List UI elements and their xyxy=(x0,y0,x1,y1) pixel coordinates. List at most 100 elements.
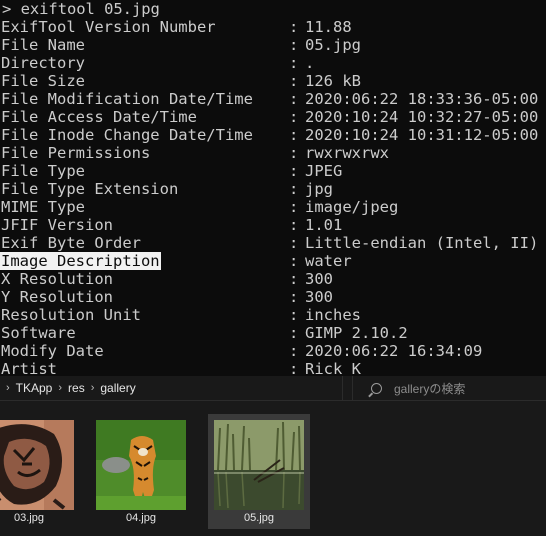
exif-colon: : xyxy=(289,270,299,288)
exif-value: water xyxy=(305,252,352,270)
terminal-window[interactable]: > exiftool 05.jpg ExifTool Version Numbe… xyxy=(0,0,546,378)
file-item-03[interactable]: 03.jpg xyxy=(0,414,80,529)
exif-value: 2020:06:22 16:34:09 xyxy=(305,342,483,360)
exif-key: File Modification Date/Time xyxy=(1,90,253,108)
exif-value: . xyxy=(305,54,315,72)
exif-value: 126 kB xyxy=(305,72,361,90)
exif-key: X Resolution xyxy=(1,270,113,288)
exif-row: Modify Date:2020:06:22 16:34:09 xyxy=(0,342,546,360)
exif-value: Little-endian (Intel, II) xyxy=(305,234,539,252)
exif-key: ExifTool Version Number xyxy=(1,18,216,36)
exif-key: MIME Type xyxy=(1,198,85,216)
exif-value: 1.01 xyxy=(305,216,343,234)
exif-colon: : xyxy=(289,54,299,72)
exif-value: 2020:06:22 18:33:36-05:00 xyxy=(305,90,539,108)
exif-value: GIMP 2.10.2 xyxy=(305,324,408,342)
exif-row: Software: GIMP 2.10.2 xyxy=(0,324,546,342)
file-grid: 03.jpg 04.jpg 05.jpg xyxy=(0,401,546,536)
exif-row: JFIF Version:1.01 xyxy=(0,216,546,234)
exif-row: File Inode Change Date/Time:2020:10:24 1… xyxy=(0,126,546,144)
search-icon xyxy=(371,382,382,394)
exif-colon: : xyxy=(289,144,299,162)
exif-row: Image Description: water xyxy=(0,252,546,270)
exif-row: Directory:. xyxy=(0,54,546,72)
thumbnail-tiger-grass xyxy=(96,420,186,510)
exif-value: 300 xyxy=(305,270,333,288)
exif-colon: : xyxy=(289,36,299,54)
exif-value: 2020:10:24 10:31:12-05:00 xyxy=(305,126,539,144)
exif-colon: : xyxy=(289,306,299,324)
thumbnail-tattoo-lion xyxy=(0,420,74,510)
exif-row: Resolution Unit: inches xyxy=(0,306,546,324)
exif-row: File Type: JPEG xyxy=(0,162,546,180)
exif-colon: : xyxy=(289,72,299,90)
exif-colon: : xyxy=(289,126,299,144)
exif-row: File Permissions: rwxrwxrwx xyxy=(0,144,546,162)
exif-key: File Type Extension xyxy=(1,180,179,198)
exif-value: 2020:10:24 10:32:27-05:00 xyxy=(305,108,539,126)
exif-value: rwxrwxrwx xyxy=(305,144,389,162)
exif-value: jpg xyxy=(305,180,333,198)
exif-colon: : xyxy=(289,234,299,252)
exif-row: Exif Byte Order: Little-endian (Intel, II… xyxy=(0,234,546,252)
exif-key: Directory xyxy=(1,54,85,72)
exif-colon: : xyxy=(289,90,299,108)
exif-colon: : xyxy=(289,180,299,198)
exif-key: File Access Date/Time xyxy=(1,108,197,126)
exif-key: Exif Byte Order xyxy=(1,234,141,252)
address-bar: › TKApp › res › gallery galleryの検索 xyxy=(0,376,546,401)
exif-colon: : xyxy=(289,252,299,270)
exif-key: File Type xyxy=(1,162,85,180)
exif-key: File Size xyxy=(1,72,85,90)
thumbnail-pond-reeds xyxy=(214,420,304,510)
exif-value: 300 xyxy=(305,288,333,306)
exif-colon: : xyxy=(289,216,299,234)
exif-key: File Permissions xyxy=(1,144,151,162)
exif-key: Y Resolution xyxy=(1,288,113,306)
exif-colon: : xyxy=(289,288,299,306)
exif-key: File Inode Change Date/Time xyxy=(1,126,253,144)
exif-colon: : xyxy=(289,162,299,180)
search-box[interactable]: galleryの検索 xyxy=(352,376,546,400)
exif-key: Software xyxy=(1,324,76,342)
file-item-04[interactable]: 04.jpg xyxy=(90,414,192,529)
exif-key: Resolution Unit xyxy=(1,306,141,324)
command-prompt: > exiftool 05.jpg xyxy=(2,0,160,18)
exif-value: 05.jpg xyxy=(305,36,361,54)
exif-value: JPEG xyxy=(305,162,343,180)
exif-colon: : xyxy=(289,18,299,36)
exif-colon: : xyxy=(289,324,299,342)
exif-key: File Name xyxy=(1,36,85,54)
breadcrumb-tkapp[interactable]: TKApp xyxy=(13,381,56,395)
exif-key: Image Description xyxy=(0,252,161,270)
file-name: 05.jpg xyxy=(244,512,274,524)
exif-row: File Size:126 kB xyxy=(0,72,546,90)
breadcrumb-gallery[interactable]: gallery xyxy=(97,381,138,395)
file-explorer: › TKApp › res › gallery galleryの検索 03.jp… xyxy=(0,376,546,536)
file-name: 03.jpg xyxy=(14,512,44,524)
chevron-right-icon[interactable]: › xyxy=(88,382,98,394)
chevron-right-icon[interactable]: › xyxy=(0,382,13,394)
exif-row: File Name:05.jpg xyxy=(0,36,546,54)
exif-value: image/jpeg xyxy=(305,198,399,216)
exif-value: inches xyxy=(305,306,361,324)
search-placeholder: galleryの検索 xyxy=(394,381,466,396)
breadcrumb[interactable]: › TKApp › res › gallery xyxy=(0,376,343,400)
chevron-right-icon[interactable]: › xyxy=(55,382,65,394)
exif-row: File Modification Date/Time:2020:06:22 1… xyxy=(0,90,546,108)
file-name: 04.jpg xyxy=(126,512,156,524)
exif-colon: : xyxy=(289,198,299,216)
exif-colon: : xyxy=(289,108,299,126)
exif-key: Modify Date xyxy=(1,342,104,360)
exif-key: JFIF Version xyxy=(1,216,113,234)
file-item-05[interactable]: 05.jpg xyxy=(208,414,310,529)
exif-row: File Access Date/Time:2020:10:24 10:32:2… xyxy=(0,108,546,126)
exif-row: Y Resolution:300 xyxy=(0,288,546,306)
exif-row: X Resolution:300 xyxy=(0,270,546,288)
breadcrumb-res[interactable]: res xyxy=(65,381,88,395)
exif-row: MIME Type: image/jpeg xyxy=(0,198,546,216)
exif-value: 11.88 xyxy=(305,18,352,36)
exif-row: ExifTool Version Number:11.88 xyxy=(0,18,546,36)
exif-row: File Type Extension: jpg xyxy=(0,180,546,198)
exif-colon: : xyxy=(289,342,299,360)
